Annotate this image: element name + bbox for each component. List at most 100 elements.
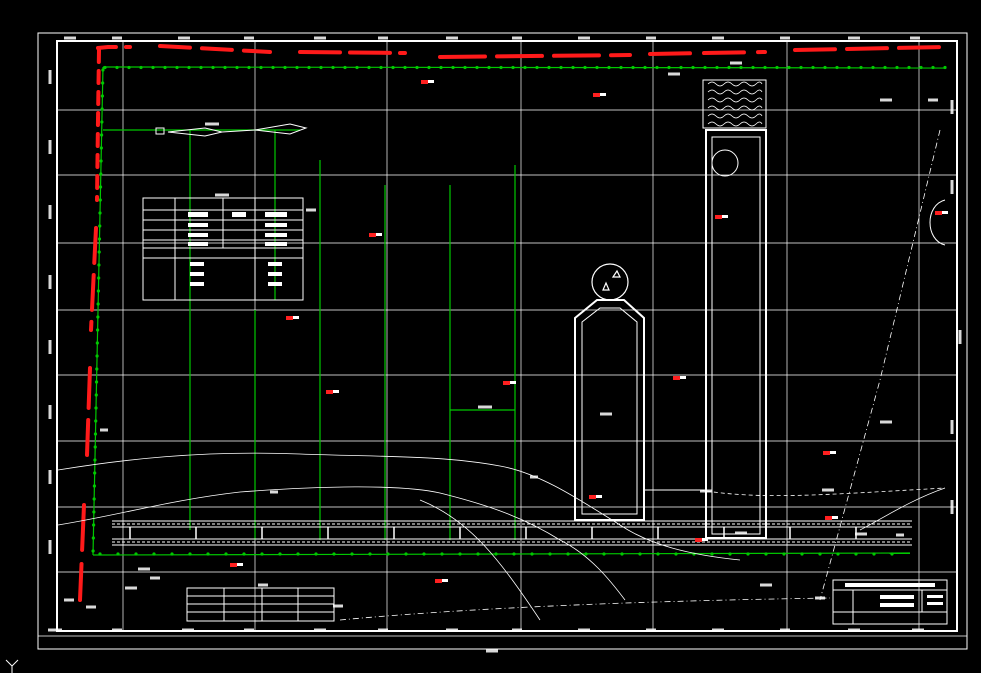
green-point (836, 552, 840, 556)
coordinate-label (64, 598, 74, 602)
green-point (100, 133, 104, 137)
green-point (775, 65, 779, 70)
green-point (571, 65, 575, 70)
green-point (415, 65, 419, 70)
side-coordinate-label (950, 180, 954, 194)
green-point (530, 552, 534, 556)
green-point (91, 549, 95, 553)
green-point (97, 263, 101, 267)
terrain-contours (57, 452, 946, 621)
green-point (823, 65, 827, 70)
coordinate-label (48, 628, 62, 632)
green-point (907, 65, 911, 70)
coordinate-label (512, 36, 522, 40)
green-point (566, 552, 570, 556)
green-point (631, 65, 635, 70)
coordinate-label (600, 412, 612, 416)
coordinate-label (306, 208, 316, 212)
green-point (151, 65, 155, 70)
coordinate-label (182, 628, 194, 632)
coordinate-label (848, 628, 860, 632)
green-point (890, 552, 894, 556)
cad-drawing-canvas[interactable] (0, 0, 981, 673)
coordinate-label (270, 490, 278, 494)
green-point (583, 65, 587, 70)
green-point (883, 65, 887, 70)
green-point (943, 65, 947, 70)
coordinate-label (912, 628, 924, 632)
coordinate-label (244, 36, 254, 40)
elevation-marker (421, 80, 434, 84)
coordinate-label (712, 628, 724, 632)
side-coordinate-label (48, 340, 52, 354)
green-point (100, 120, 104, 124)
green-point (548, 552, 552, 556)
green-point (379, 65, 383, 70)
elevation-marker (503, 381, 516, 385)
green-point (350, 552, 354, 556)
side-coordinate-label (958, 330, 962, 344)
coordinate-label (215, 193, 229, 197)
green-point (619, 65, 623, 70)
side-coordinate-label (48, 70, 52, 84)
coordinate-label (780, 628, 790, 632)
arc-right (929, 199, 946, 246)
coordinate-label (730, 61, 742, 65)
green-point (283, 65, 287, 70)
green-point (403, 65, 407, 70)
green-point (96, 315, 100, 319)
coordinate-label (446, 36, 458, 40)
green-point (368, 552, 372, 556)
coordinate-label (760, 583, 772, 587)
green-point (100, 94, 105, 98)
green-point (440, 552, 444, 556)
green-boundary-points (91, 65, 947, 556)
coordinate-label (258, 583, 268, 587)
green-point (638, 552, 642, 556)
outer-frame (37, 32, 968, 650)
side-coordinate-label (950, 100, 954, 114)
green-point (620, 552, 624, 556)
side-coordinate-label (48, 205, 52, 219)
coordinate-label (378, 628, 388, 632)
elevation-marker (435, 579, 448, 583)
coordinate-label (815, 596, 825, 600)
green-point (674, 552, 678, 556)
coordinate-label (910, 36, 920, 40)
coordinate-label (112, 628, 122, 632)
green-point (271, 65, 275, 70)
crosshair-icon (5, 659, 19, 673)
side-coordinate-label (48, 405, 52, 419)
green-point (391, 65, 395, 70)
elevation-marker (326, 390, 339, 394)
green-point (97, 237, 102, 241)
green-point (95, 341, 99, 345)
well-symbol-icon (591, 263, 629, 301)
green-point (656, 552, 660, 556)
side-coordinate-label (48, 140, 52, 154)
elevation-markers (230, 80, 948, 583)
green-point (260, 552, 264, 556)
green-point (746, 552, 750, 556)
green-point (835, 65, 839, 70)
green-point (97, 250, 101, 254)
coordinate-label (646, 36, 656, 40)
green-point (463, 65, 467, 70)
elevation-marker (715, 215, 728, 219)
green-point (206, 552, 210, 556)
green-point (134, 552, 138, 556)
elevation-marker (593, 93, 606, 97)
green-point (512, 552, 516, 556)
green-point (691, 65, 695, 70)
elevation-marker (589, 495, 602, 499)
green-point (919, 65, 923, 70)
green-point (715, 65, 719, 70)
green-point (296, 552, 300, 556)
title-block-fills (845, 583, 943, 607)
green-point (751, 65, 755, 70)
green-point (667, 65, 671, 70)
coordinate-label (735, 531, 747, 535)
green-point (307, 65, 311, 70)
green-point (93, 445, 97, 449)
green-point (92, 497, 96, 501)
